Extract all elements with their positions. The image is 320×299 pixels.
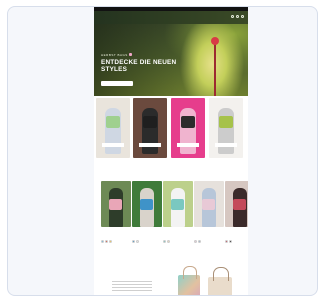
hero-kicker: HERBST BAGS [101,53,132,57]
tote-bag-image[interactable] [178,266,200,295]
color-swatch[interactable] [225,240,228,243]
product-photo[interactable] [163,181,193,227]
text-line [112,284,152,285]
model-figure [105,108,121,154]
color-swatches [225,240,232,243]
text-line [112,287,152,288]
promo-text [112,281,152,293]
product-photo[interactable] [101,181,131,227]
site-header [94,11,248,24]
product-photo[interactable] [225,181,248,227]
hero-banner: HERBST BAGS ENTDECKE DIE NEUEN STYLES [94,24,248,96]
product-photo[interactable] [132,181,162,227]
color-swatch[interactable] [167,240,170,243]
product-card[interactable] [225,181,248,251]
cart-icon[interactable] [241,15,244,18]
bag-image [143,116,157,128]
search-icon[interactable] [231,15,234,18]
category-button[interactable] [177,143,199,147]
product-carousel [94,181,248,251]
bag-image [106,116,120,128]
model-figure [142,108,158,154]
category-button[interactable] [215,143,237,147]
promo-section [94,257,248,295]
category-tile[interactable] [96,98,130,158]
color-swatch[interactable] [109,240,112,243]
bag-image [219,116,233,128]
color-swatch[interactable] [229,240,232,243]
model-figure [218,108,234,154]
category-tile[interactable] [171,98,205,158]
product-card[interactable] [194,181,224,251]
category-tiles [94,98,248,158]
website-screenshot: HERBST BAGS ENTDECKE DIE NEUEN STYLES [94,7,248,295]
bag-image [181,116,195,128]
color-swatch[interactable] [163,240,166,243]
color-swatch[interactable] [194,240,197,243]
color-swatch[interactable] [105,240,108,243]
hero-headline: ENTDECKE DIE NEUEN STYLES [101,59,177,73]
text-line [112,281,152,282]
color-swatches [132,240,139,243]
product-card[interactable] [101,181,131,251]
color-swatches [194,240,201,243]
model-figure [180,108,196,154]
category-button[interactable] [102,143,124,147]
tote-bag-image[interactable] [208,267,232,295]
product-card[interactable] [163,181,193,251]
product-card[interactable] [132,181,162,251]
color-swatches [163,240,170,243]
pink-tag-icon [128,53,132,56]
color-swatch[interactable] [101,240,104,243]
text-line [112,290,152,291]
color-swatch[interactable] [198,240,201,243]
category-button[interactable] [139,143,161,147]
product-photo[interactable] [194,181,224,227]
account-icon[interactable] [236,15,239,18]
category-tile[interactable] [133,98,167,158]
header-icons [231,15,244,18]
preview-card[interactable]: HERBST BAGS ENTDECKE DIE NEUEN STYLES [7,6,318,296]
color-swatches [101,240,112,243]
category-tile[interactable] [209,98,243,158]
color-swatch[interactable] [136,240,139,243]
hero-cta-button[interactable] [101,81,133,86]
flower-decoration [211,37,219,96]
color-swatch[interactable] [132,240,135,243]
